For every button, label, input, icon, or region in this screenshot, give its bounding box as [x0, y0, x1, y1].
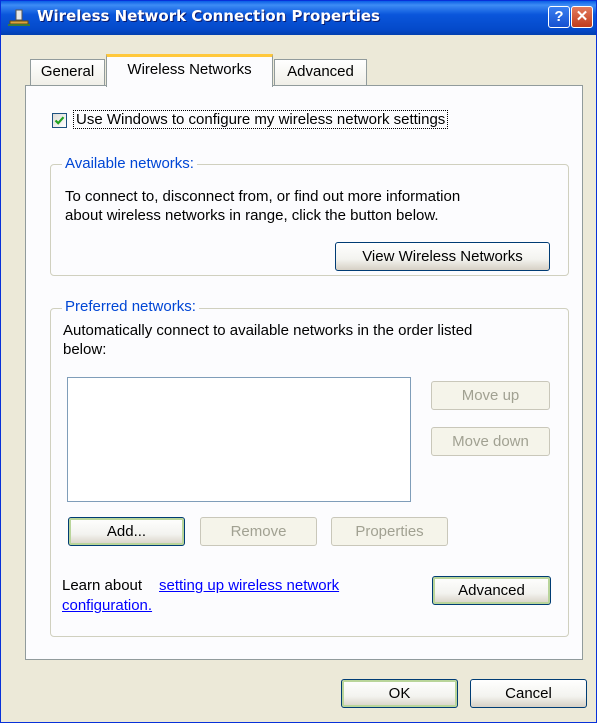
tab-advanced[interactable]: Advanced [274, 59, 367, 85]
learn-about-text: Learn about [62, 577, 143, 594]
preferred-networks-list[interactable] [67, 377, 411, 502]
ok-button[interactable]: OK [341, 679, 458, 708]
move-up-button[interactable]: Move up [431, 381, 550, 410]
add-button[interactable]: Add... [68, 517, 185, 546]
view-wireless-networks-button[interactable]: View Wireless Networks [335, 242, 550, 271]
available-networks-legend: Available networks: [62, 155, 197, 172]
advanced-button[interactable]: Advanced [432, 576, 551, 605]
tab-general[interactable]: General [30, 59, 105, 85]
available-networks-text-line1: To connect to, disconnect from, or find … [65, 188, 461, 205]
setup-link-line1[interactable]: setting up wireless network [159, 576, 339, 595]
tab-wireless-networks[interactable]: Wireless Networks [106, 54, 273, 87]
setup-link-line2[interactable]: configuration. [62, 596, 152, 615]
help-button[interactable]: ? [548, 6, 570, 28]
use-windows-checkbox[interactable] [52, 113, 67, 128]
preferred-networks-text-line1: Automatically connect to available netwo… [63, 322, 473, 339]
preferred-networks-text-line2: below: [63, 341, 107, 358]
preferred-networks-legend: Preferred networks: [62, 298, 199, 315]
remove-button[interactable]: Remove [200, 517, 317, 546]
use-windows-label[interactable]: Use Windows to configure my wireless net… [73, 110, 449, 129]
close-button[interactable]: ✕ [571, 6, 593, 28]
window-title: Wireless Network Connection Properties [37, 7, 380, 25]
title-bar[interactable]: Wireless Network Connection Properties ?… [1, 1, 596, 35]
move-down-button[interactable]: Move down [431, 427, 550, 456]
network-connection-icon [8, 9, 30, 26]
available-networks-text-line2: about wireless networks in range, click … [65, 207, 439, 224]
cancel-button[interactable]: Cancel [470, 679, 587, 708]
properties-dialog: Wireless Network Connection Properties ?… [0, 0, 597, 723]
properties-button[interactable]: Properties [331, 517, 448, 546]
checkmark-icon [54, 116, 65, 125]
